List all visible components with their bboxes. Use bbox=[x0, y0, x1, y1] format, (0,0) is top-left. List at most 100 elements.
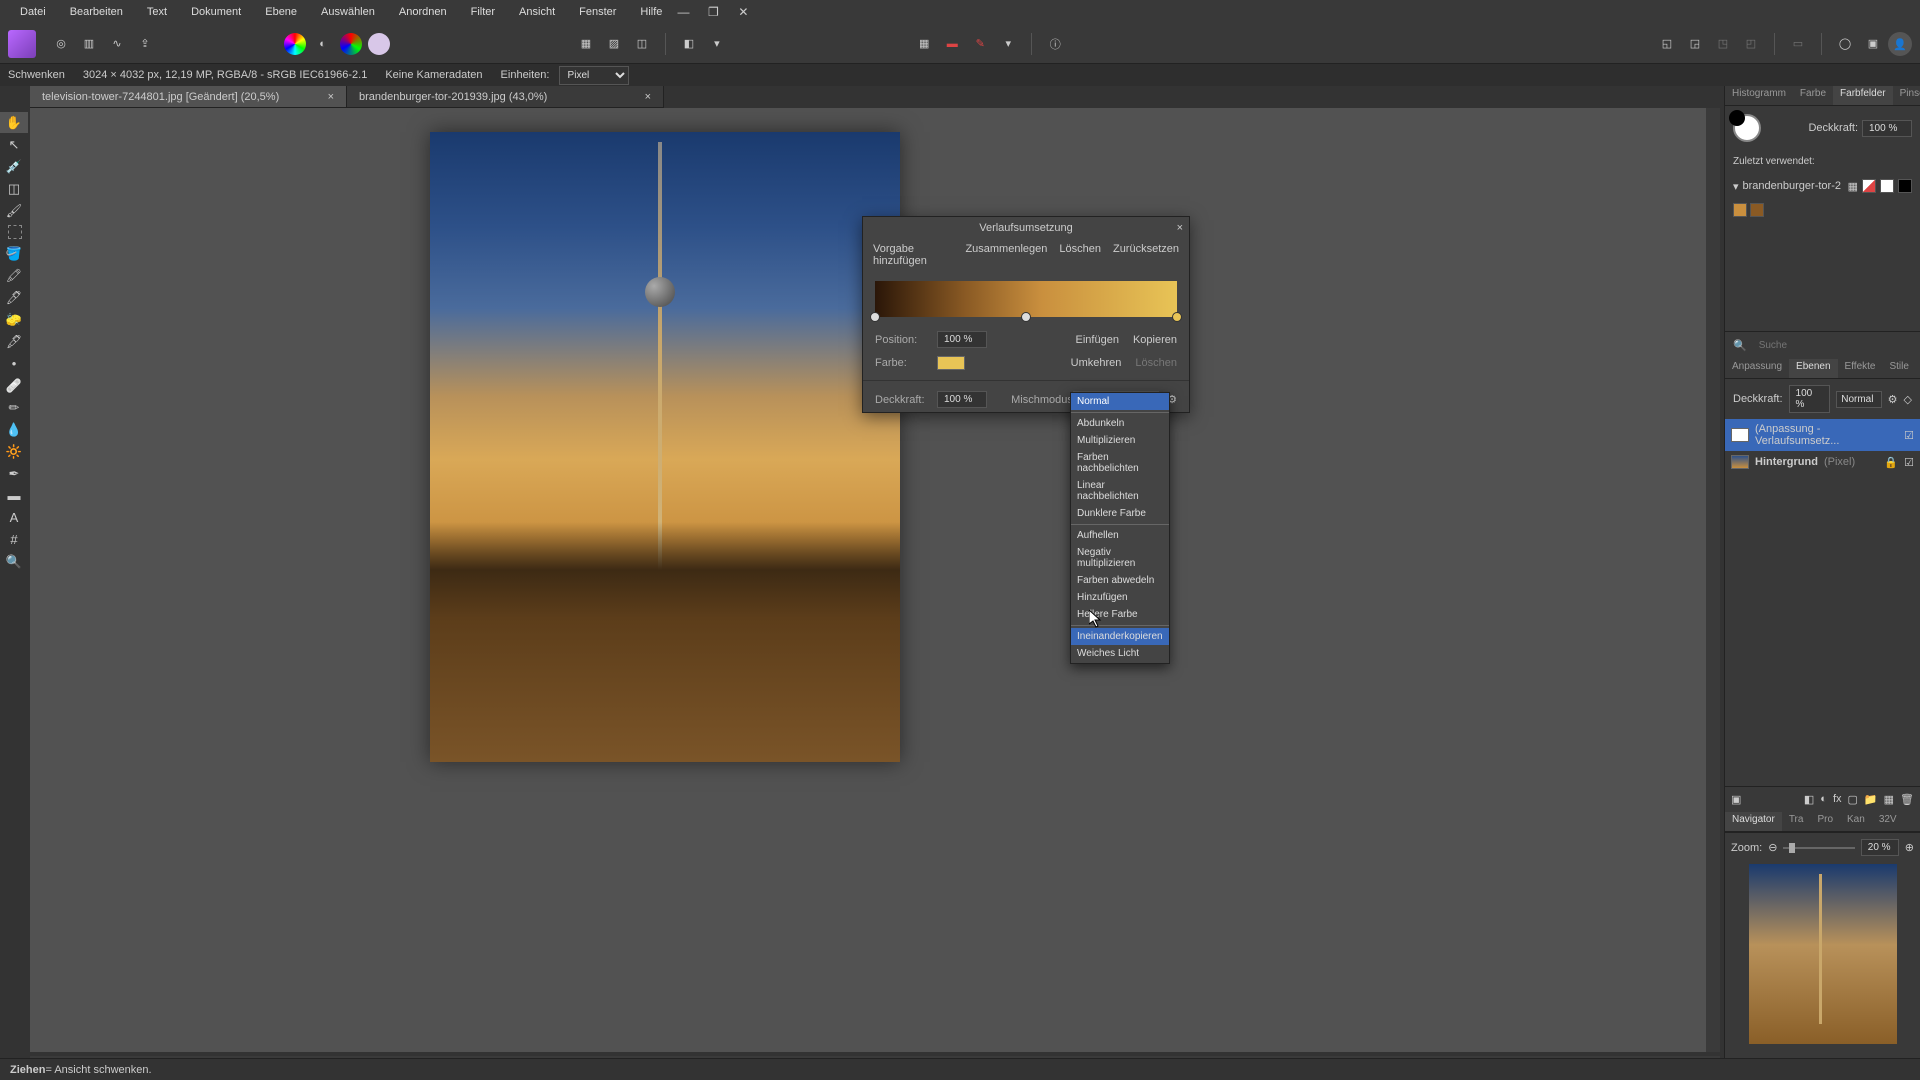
foreground-background-colors-icon[interactable] bbox=[1733, 114, 1761, 142]
opacity-input[interactable]: 100 % bbox=[1862, 120, 1912, 137]
swatch-black[interactable] bbox=[1898, 179, 1912, 193]
blend-option-normal[interactable]: Normal bbox=[1071, 393, 1169, 410]
collapse-icon[interactable]: ◇ bbox=[1904, 393, 1912, 406]
panel-tab-transform[interactable]: Tra bbox=[1782, 812, 1811, 831]
menu-ebene[interactable]: Ebene bbox=[253, 2, 309, 22]
layer-row-adjustment[interactable]: (Anpassung - Verlaufsumsetz... ☑ bbox=[1725, 419, 1920, 451]
blend-mode-dropdown[interactable]: Normal Abdunkeln Multiplizieren Farben n… bbox=[1070, 392, 1170, 664]
menu-fenster[interactable]: Fenster bbox=[567, 2, 628, 22]
persona-export-icon[interactable]: ⇪ bbox=[134, 33, 156, 55]
search-input[interactable] bbox=[1753, 338, 1912, 353]
menu-hilfe[interactable]: Hilfe bbox=[628, 2, 674, 22]
grid-icon[interactable]: ▦ bbox=[1848, 180, 1858, 193]
panel-tab-farbfelder[interactable]: Farbfelder bbox=[1833, 86, 1893, 105]
gradient-tool-icon[interactable]: 🖍 bbox=[0, 265, 28, 286]
add-preset-button[interactable]: Vorgabe hinzufügen bbox=[873, 243, 965, 267]
gradient-stop-3[interactable] bbox=[1172, 312, 1182, 322]
move-tool-icon[interactable]: ↖ bbox=[0, 134, 28, 155]
menu-bearbeiten[interactable]: Bearbeiten bbox=[58, 2, 135, 22]
menu-ansicht[interactable]: Ansicht bbox=[507, 2, 567, 22]
panel-tab-protokoll[interactable]: Pro bbox=[1810, 812, 1840, 831]
blend-option-negativ-multiplizieren[interactable]: Negativ multiplizieren bbox=[1071, 544, 1169, 572]
invert-button[interactable]: Umkehren bbox=[1071, 357, 1122, 369]
inpainting-tool-icon[interactable]: 🩹 bbox=[0, 375, 28, 396]
blend-option-multiplizieren[interactable]: Multiplizieren bbox=[1071, 432, 1169, 449]
position-input[interactable]: 100 % bbox=[937, 331, 987, 348]
retouch-tool-icon[interactable]: ✏ bbox=[0, 397, 28, 418]
gradient-stop-1[interactable] bbox=[870, 312, 880, 322]
hsl-icon[interactable] bbox=[340, 33, 362, 55]
swatch-recent-1[interactable] bbox=[1733, 203, 1747, 217]
add-layer-icon[interactable]: ▦ bbox=[1884, 793, 1894, 806]
crop-layer-icon[interactable]: ▢ bbox=[1848, 793, 1858, 806]
blend-option-hellere-farbe[interactable]: Hellere Farbe bbox=[1071, 606, 1169, 623]
units-select[interactable]: Pixel bbox=[559, 66, 629, 85]
blend-option-ineinanderkopieren[interactable]: Ineinanderkopieren bbox=[1071, 628, 1169, 645]
contrast-icon[interactable]: ◐ bbox=[312, 33, 334, 55]
panel-tab-kanaele[interactable]: Kan bbox=[1840, 812, 1872, 831]
menu-text[interactable]: Text bbox=[135, 2, 179, 22]
boolean-add-icon[interactable]: ◱ bbox=[1656, 33, 1678, 55]
shape-tool-icon[interactable]: ▬ bbox=[0, 485, 28, 506]
panel-tab-navigator[interactable]: Navigator bbox=[1725, 812, 1782, 831]
selection-refine-icon[interactable]: ▨ bbox=[603, 33, 625, 55]
delete-button[interactable]: Löschen bbox=[1059, 243, 1101, 267]
selection-marquee-icon[interactable]: ▦ bbox=[575, 33, 597, 55]
window-restore-icon[interactable]: ❐ bbox=[704, 3, 722, 21]
arrange-stack-icon[interactable]: ▬ bbox=[941, 33, 963, 55]
boolean-intersect-icon[interactable]: ◳ bbox=[1712, 33, 1734, 55]
blend-option-weiches-licht[interactable]: Weiches Licht bbox=[1071, 645, 1169, 662]
zoom-out-icon[interactable]: ⊖ bbox=[1768, 841, 1777, 854]
gear-icon[interactable]: ⚙ bbox=[1888, 393, 1898, 406]
color-picker-tool-icon[interactable]: 💉 bbox=[0, 156, 28, 177]
adjustment-icon[interactable]: ◐ bbox=[1820, 793, 1827, 806]
clone-tool-icon[interactable]: 🖋 bbox=[0, 331, 28, 352]
menu-anordnen[interactable]: Anordnen bbox=[387, 2, 459, 22]
blend-option-aufhellen[interactable]: Aufhellen bbox=[1071, 527, 1169, 544]
panel-tab-anpassung[interactable]: Anpassung bbox=[1725, 359, 1789, 378]
document-canvas[interactable] bbox=[430, 132, 900, 762]
layer-row-background[interactable]: Hintergrund (Pixel) 🔒 ☑ bbox=[1725, 451, 1920, 473]
blend-option-abdunkeln[interactable]: Abdunkeln bbox=[1071, 415, 1169, 432]
assistant-icon[interactable]: ⓘ bbox=[1044, 33, 1066, 55]
eraser-tool-icon[interactable]: 🧽 bbox=[0, 309, 28, 330]
snapping-circle-icon[interactable]: ◯ bbox=[1834, 33, 1856, 55]
panel-tab-32v[interactable]: 32V bbox=[1872, 812, 1904, 831]
zoom-slider[interactable] bbox=[1783, 847, 1854, 849]
delete-layer-icon[interactable]: 🗑 bbox=[1900, 793, 1914, 806]
crop-dropdown-icon[interactable]: ▾ bbox=[706, 33, 728, 55]
persona-tone-icon[interactable]: ∿ bbox=[106, 33, 128, 55]
zoom-value[interactable]: 20 % bbox=[1861, 839, 1899, 856]
chevron-down-icon[interactable]: ▾ bbox=[1733, 180, 1739, 193]
delete-stop-button[interactable]: Löschen bbox=[1135, 357, 1177, 369]
reset-button[interactable]: Zurücksetzen bbox=[1113, 243, 1179, 267]
mask-icon[interactable]: ◧ bbox=[1804, 793, 1814, 806]
blur-tool-icon[interactable]: 💧 bbox=[0, 419, 28, 440]
close-tab-icon[interactable]: × bbox=[328, 91, 334, 103]
gradient-editor[interactable] bbox=[875, 281, 1177, 317]
arrange-dropdown-icon[interactable]: ▾ bbox=[997, 33, 1019, 55]
copy-stop-button[interactable]: Kopieren bbox=[1133, 334, 1177, 346]
boolean-subtract-icon[interactable]: ◲ bbox=[1684, 33, 1706, 55]
pen-tool-icon[interactable]: ✒ bbox=[0, 463, 28, 484]
live-projection-icon[interactable]: ✎ bbox=[969, 33, 991, 55]
crop-icon[interactable]: ◧ bbox=[678, 33, 700, 55]
blend-option-dunklere-farbe[interactable]: Dunklere Farbe bbox=[1071, 505, 1169, 522]
color-picker-button[interactable] bbox=[937, 356, 965, 370]
panel-tab-stock[interactable]: Stock bbox=[1916, 359, 1920, 378]
blend-option-farben-abwedeln[interactable]: Farben abwedeln bbox=[1071, 572, 1169, 589]
zoom-tool-icon[interactable]: 🔍 bbox=[0, 551, 28, 572]
align-icon[interactable]: ▭ bbox=[1787, 33, 1809, 55]
vertical-scrollbar[interactable] bbox=[1706, 108, 1720, 1052]
arrange-grid-icon[interactable]: ▦ bbox=[913, 33, 935, 55]
doc-tab-2[interactable]: brandenburger-tor-201939.jpg (43,0%) × bbox=[347, 86, 664, 107]
quick-mask-icon[interactable]: ◫ bbox=[631, 33, 653, 55]
insert-stop-button[interactable]: Einfügen bbox=[1076, 334, 1119, 346]
paint-tool-icon[interactable]: 🖊 bbox=[0, 287, 28, 308]
crop-tool-icon[interactable]: ◫ bbox=[0, 178, 28, 199]
persona-photo-icon[interactable]: ◎ bbox=[50, 33, 72, 55]
menu-dokument[interactable]: Dokument bbox=[179, 2, 253, 22]
doc-tab-1[interactable]: television-tower-7244801.jpg [Geändert] … bbox=[30, 86, 347, 107]
zoom-in-icon[interactable]: ⊕ bbox=[1905, 841, 1914, 854]
menu-datei[interactable]: Datei bbox=[8, 2, 58, 22]
